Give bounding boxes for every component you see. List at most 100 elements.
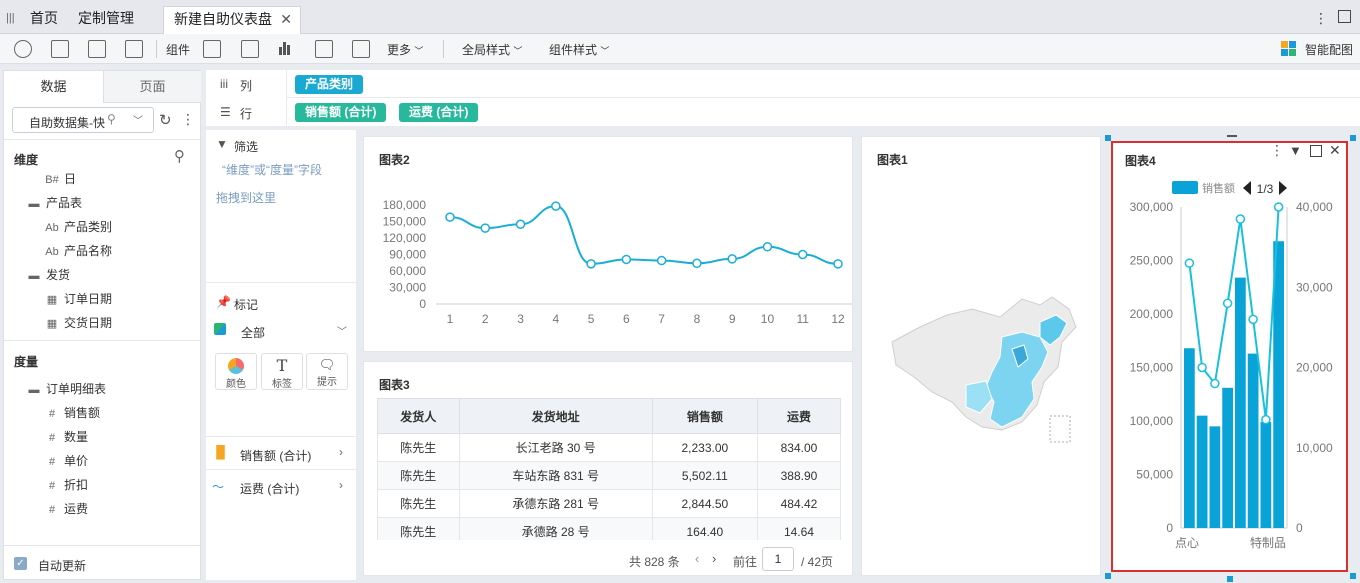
bar-chart-icon[interactable]	[279, 42, 290, 58]
tab-data[interactable]: 数据	[4, 71, 103, 103]
column-pill-product-category[interactable]: 产品类别	[295, 75, 364, 94]
mark-label-button[interactable]: T 标签	[261, 353, 303, 390]
component-style-menu[interactable]: 组件样式 ﹀	[549, 41, 609, 58]
measure-item[interactable]: # 运费	[44, 500, 88, 517]
table-cell: 5,502.11	[651, 461, 758, 490]
marks-series-freight[interactable]: 〜 运费 (合计) ›	[206, 470, 356, 502]
bar	[1235, 277, 1246, 528]
mark-color-button[interactable]: 颜色	[215, 353, 257, 390]
tab-bar: ||| 首页 定制管理 新建自助仪表盘 ✕ ⋮	[0, 0, 1360, 34]
dimension-item[interactable]: ▬ 发货	[26, 266, 71, 283]
chevron-down-icon[interactable]: ﹀	[337, 323, 347, 338]
resize-handle[interactable]	[1105, 573, 1111, 579]
resize-handle[interactable]	[1350, 573, 1356, 579]
pager-page-input[interactable]: 1	[762, 547, 794, 571]
chevron-left-icon[interactable]: ‹	[695, 551, 699, 566]
series-line	[1188, 206, 1280, 420]
table-row[interactable]: 陈先生 承德东路 281 号 2,844.50 484.42	[377, 489, 841, 518]
auto-update-checkbox[interactable]: ✓	[14, 557, 27, 570]
dimension-item[interactable]: ▦ 订单日期	[44, 290, 112, 307]
calendar-icon: ▦	[46, 294, 58, 306]
more-label: 更多	[387, 43, 412, 57]
smart-chart-icon[interactable]	[1281, 41, 1296, 56]
dimension-item[interactable]: Ab 产品类别	[44, 218, 112, 235]
data-point	[656, 255, 667, 266]
menu-icon[interactable]: |||	[6, 6, 15, 34]
close-icon[interactable]: ✕	[280, 7, 292, 31]
table-row[interactable]: 陈先生 承德路 28 号 164.40 14.64	[377, 517, 841, 540]
table-cell: 承德东路 281 号	[458, 489, 653, 518]
tab-new-dashboard[interactable]: 新建自助仪表盘 ✕	[163, 6, 301, 34]
refresh-icon[interactable]: ↻	[159, 111, 172, 129]
search-icon[interactable]: ⚲	[174, 147, 185, 165]
data-point	[621, 254, 632, 265]
chart3-card[interactable]: 图表3 发货人 发货地址 销售额 运费 陈先生 长江老路 30 号 2,233.00 834…	[363, 361, 853, 576]
measure-item[interactable]: # 单价	[44, 452, 88, 469]
table-icon[interactable]	[203, 40, 221, 58]
dataset-select[interactable]: 自助数据集-快 ⚲ ﹀	[12, 107, 154, 133]
dimension-item[interactable]: B# 日	[44, 170, 76, 187]
row-pill-sales[interactable]: 销售额 (合计)	[295, 103, 387, 122]
x-tick-label: 7	[658, 312, 665, 326]
marks-series-sales[interactable]: ▐▌ 销售额 (合计) ›	[206, 437, 356, 469]
global-style-menu[interactable]: 全局样式 ﹀	[462, 41, 522, 58]
table-row[interactable]: 陈先生 车站东路 831 号 5,502.11 388.90	[377, 461, 841, 490]
measure-item-label: 订单明细表	[46, 382, 107, 396]
chart4-card[interactable]: 图表4 ⋮ ▼ ✕ 销售额 1/3 300,000 250,000 200,000 150…	[1111, 141, 1348, 572]
x-tick-label: 3	[517, 312, 524, 326]
image-icon[interactable]	[352, 40, 370, 58]
measure-item-label: 运费	[64, 502, 89, 516]
filter-title: 筛选	[234, 140, 259, 154]
tab-page[interactable]: 页面	[103, 71, 201, 103]
row-pill-freight[interactable]: 运费 (合计)	[399, 103, 479, 122]
marks-all-label[interactable]: 全部	[241, 324, 265, 341]
folder-icon: ▬	[28, 384, 40, 396]
filter-icon: ▼	[216, 137, 228, 151]
chart2-card[interactable]: 图表2 180,000 150,000 120,000 90,000 60,000 30,…	[363, 136, 853, 352]
tab-custom-manage[interactable]: 定制管理	[78, 6, 134, 34]
chart1-card[interactable]: 图表1	[861, 136, 1101, 576]
table-cell: 484.42	[756, 489, 841, 518]
more-vertical-icon[interactable]: ⋮	[1314, 6, 1328, 34]
table-header-cell[interactable]: 运费	[756, 398, 841, 434]
chevron-right-icon[interactable]: ›	[712, 551, 716, 566]
more-vertical-icon[interactable]: ⋮	[181, 111, 195, 128]
text-box-icon[interactable]	[315, 40, 333, 58]
dimension-item[interactable]: Ab 产品名称	[44, 242, 112, 259]
mark-tooltip-button[interactable]: 🗨 提示	[306, 353, 348, 390]
save-as-icon[interactable]	[88, 40, 106, 58]
dimension-item-label: 发货	[46, 268, 71, 282]
table-header-cell[interactable]: 发货地址	[458, 398, 653, 434]
number-icon: #	[48, 408, 56, 420]
table-header-cell[interactable]: 发货人	[377, 398, 460, 434]
column-shelf-icon: iii	[220, 77, 228, 91]
number-icon: #	[48, 480, 56, 492]
maximize-icon[interactable]	[1338, 10, 1351, 23]
mark-type-icon[interactable]	[214, 323, 226, 335]
tab-home[interactable]: 首页	[30, 6, 58, 34]
y-tick-label: 60,000	[389, 264, 426, 278]
table-body: 陈先生 长江老路 30 号 2,233.00 834.00 陈先生 车站东路 831 号5…	[377, 433, 841, 540]
resize-handle[interactable]	[1350, 135, 1356, 141]
dimension-item[interactable]: ▦ 交货日期	[44, 314, 112, 331]
smart-chart-button[interactable]: 智能配图	[1305, 41, 1353, 58]
y-tick-label: 150,000	[383, 215, 427, 229]
more-menu[interactable]: 更多 ﹀	[387, 41, 423, 58]
marks-title: 标记	[234, 298, 259, 312]
drag-handle[interactable]	[1227, 135, 1237, 137]
save-icon[interactable]	[51, 40, 69, 58]
dimension-item-label: 产品名称	[64, 244, 113, 258]
measure-item[interactable]: # 销售额	[44, 404, 100, 421]
crosstab-icon[interactable]	[241, 40, 259, 58]
refresh-icon[interactable]	[14, 40, 32, 58]
preview-icon[interactable]	[125, 40, 143, 58]
measure-item[interactable]: ▬ 订单明细表	[26, 380, 107, 397]
line-chart-icon: 〜	[212, 480, 225, 494]
table-header-cell[interactable]: 销售额	[651, 398, 758, 434]
dimension-item[interactable]: ▬ 产品表	[26, 194, 83, 211]
measure-item[interactable]: # 数量	[44, 428, 88, 445]
table-row[interactable]: 陈先生 长江老路 30 号 2,233.00 834.00	[377, 433, 841, 462]
resize-handle[interactable]	[1105, 135, 1111, 141]
measure-item[interactable]: # 折扣	[44, 476, 88, 493]
resize-handle[interactable]	[1227, 576, 1233, 582]
